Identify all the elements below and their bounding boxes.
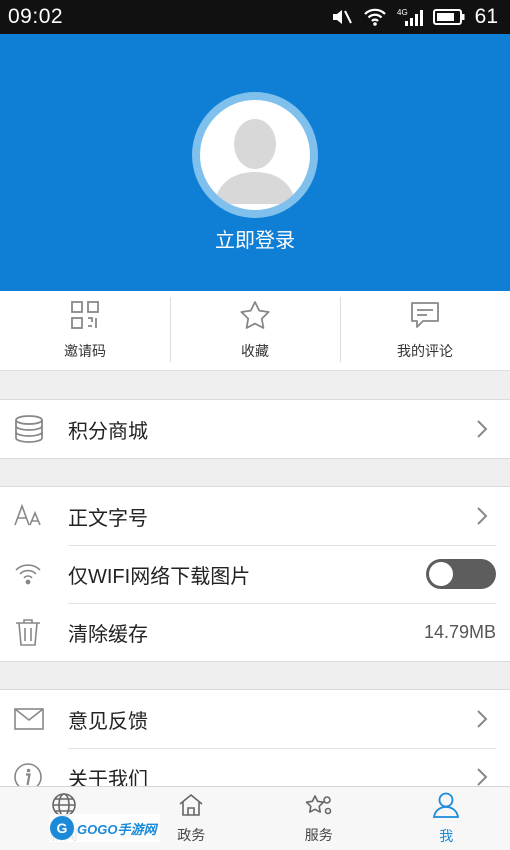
database-icon — [0, 414, 68, 444]
tab-me-label: 我 — [439, 828, 454, 844]
my-comments-button[interactable]: 我的评论 — [340, 291, 510, 370]
battery-icon — [432, 8, 465, 26]
font-size-label: 正文字号 — [68, 507, 148, 530]
star-icon — [239, 300, 271, 335]
watermark-logo: G GOGO手游网 — [50, 814, 160, 842]
toggle-knob — [429, 562, 453, 586]
tab-me[interactable]: 我 — [383, 787, 510, 850]
tab-service[interactable]: 服务 — [255, 787, 383, 850]
wifi-only-images-row: 仅WIFI网络下载图片 — [0, 545, 510, 603]
default-avatar-icon — [200, 100, 310, 210]
trash-icon — [0, 617, 68, 647]
qr-code-icon — [70, 300, 100, 335]
home-icon — [177, 792, 205, 823]
wifi-icon — [363, 7, 387, 27]
status-time: 09:02 — [8, 5, 64, 28]
signal-icon: 4G — [397, 7, 423, 27]
font-size-icon — [0, 503, 68, 529]
chevron-right-icon — [476, 709, 510, 729]
font-size-row[interactable]: 正文字号 — [0, 487, 510, 545]
login-link[interactable]: 立即登录 — [0, 224, 510, 253]
points-mall-label: 积分商城 — [68, 420, 148, 443]
status-bar: 09:02 4G 61 — [0, 0, 510, 34]
points-section: 积分商城 — [0, 399, 510, 459]
settings-section: 正文字号 仅WIFI网络下载图片 清除缓存 14.79MB — [0, 486, 510, 662]
wifi-only-images-toggle[interactable] — [426, 559, 496, 589]
chevron-right-icon — [476, 506, 510, 526]
clear-cache-row[interactable]: 清除缓存 14.79MB — [0, 603, 510, 661]
feedback-label: 意见反馈 — [68, 710, 148, 733]
comment-icon — [409, 300, 441, 335]
cache-size-value: 14.79MB — [423, 621, 496, 642]
status-icons: 4G 61 — [331, 5, 498, 29]
watermark-text: GOGO手游网 — [77, 821, 157, 837]
feedback-row[interactable]: 意见反馈 — [0, 690, 510, 748]
mute-icon — [331, 7, 353, 27]
favorites-label: 收藏 — [241, 343, 269, 359]
wifi-only-images-label: 仅WIFI网络下载图片 — [68, 565, 251, 588]
battery-level: 61 — [474, 5, 498, 28]
invite-code-button[interactable]: 邀请码 — [0, 291, 170, 370]
mail-icon — [0, 707, 68, 731]
chevron-right-icon — [476, 767, 510, 787]
tab-service-label: 服务 — [304, 827, 333, 843]
service-icon — [304, 792, 334, 823]
svg-text:4G: 4G — [397, 8, 408, 17]
my-comments-label: 我的评论 — [397, 343, 453, 359]
profile-header: 立即登录 — [0, 34, 510, 291]
points-mall-row[interactable]: 积分商城 — [0, 400, 510, 458]
wifi-icon — [0, 561, 68, 587]
watermark-logo-icon: G — [50, 816, 74, 840]
quick-actions: 邀请码 收藏 我的评论 — [0, 291, 510, 371]
avatar[interactable] — [192, 92, 318, 218]
chevron-right-icon — [476, 419, 510, 439]
favorites-button[interactable]: 收藏 — [170, 291, 340, 370]
person-icon — [431, 791, 461, 824]
tab-government-label: 政务 — [177, 827, 206, 843]
clear-cache-label: 清除缓存 — [68, 623, 148, 646]
invite-code-label: 邀请码 — [64, 343, 106, 359]
